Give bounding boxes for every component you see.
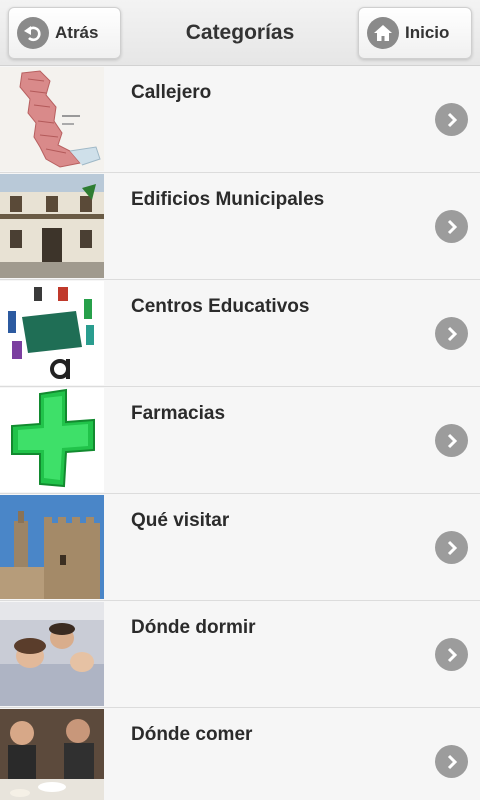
castle-tower-thumbnail xyxy=(0,495,104,599)
chevron-right-icon[interactable] xyxy=(435,531,468,564)
category-item-callejero[interactable]: Callejero xyxy=(0,66,480,173)
category-item-edificios-municipales[interactable]: Edificios Municipales xyxy=(0,173,480,280)
home-label: Inicio xyxy=(405,23,450,42)
education-thumbnail xyxy=(0,281,104,385)
back-button[interactable]: Atrás xyxy=(8,7,121,59)
chevron-right-icon[interactable] xyxy=(435,210,468,243)
category-label: Dónde dormir xyxy=(131,617,256,638)
chevron-right-icon[interactable] xyxy=(435,317,468,350)
town-hall-thumbnail xyxy=(0,174,104,278)
category-label: Centros Educativos xyxy=(131,296,310,317)
street-map-thumbnail xyxy=(0,67,104,171)
chevron-right-icon[interactable] xyxy=(435,103,468,136)
home-button[interactable]: Inicio xyxy=(358,7,472,59)
back-label: Atrás xyxy=(55,23,99,42)
home-icon xyxy=(367,17,399,49)
category-item-farmacias[interactable]: Farmacias xyxy=(0,387,480,494)
dining-people-thumbnail xyxy=(0,709,104,800)
pharmacy-cross-thumbnail xyxy=(0,388,104,492)
category-label: Qué visitar xyxy=(131,510,230,531)
back-arrow-icon xyxy=(17,17,49,49)
chevron-right-icon[interactable] xyxy=(435,424,468,457)
category-label: Dónde comer xyxy=(131,724,253,745)
category-label: Edificios Municipales xyxy=(131,189,325,210)
category-label: Farmacias xyxy=(131,403,226,424)
header-bar: Atrás Inicio xyxy=(0,0,480,66)
category-item-donde-comer[interactable]: Dónde comer xyxy=(0,708,480,800)
chevron-right-icon[interactable] xyxy=(435,638,468,671)
sleeping-family-thumbnail xyxy=(0,602,104,706)
category-item-centros-educativos[interactable]: Centros Educativos xyxy=(0,280,480,387)
category-item-que-visitar[interactable]: Qué visitar xyxy=(0,494,480,601)
category-label: Callejero xyxy=(131,82,212,103)
category-item-donde-dormir[interactable]: Dónde dormir xyxy=(0,601,480,708)
chevron-right-icon[interactable] xyxy=(435,745,468,778)
category-list: Callejero Edificios Municipales Centros … xyxy=(0,66,480,800)
